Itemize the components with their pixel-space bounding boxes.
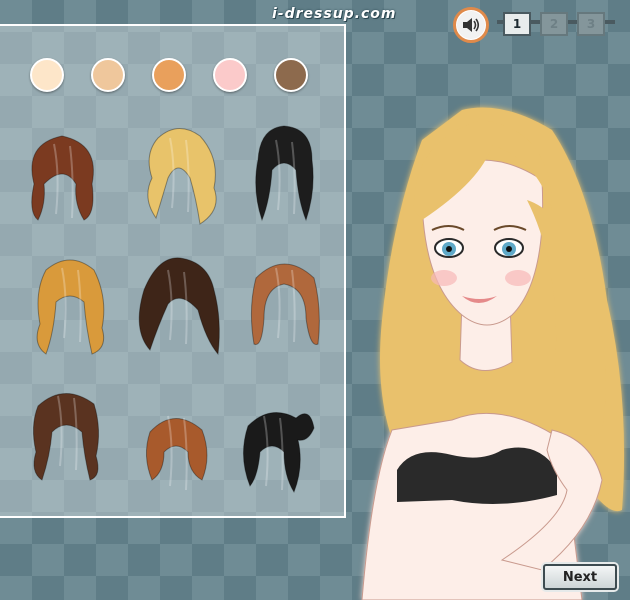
page-button-2[interactable]: 2 — [540, 12, 568, 36]
hairstyle-black-side-ponytail[interactable] — [224, 396, 320, 504]
hairstyle-copper-with-bangs[interactable] — [236, 248, 332, 356]
hairstyle-dark-wavy-curls[interactable] — [18, 376, 114, 484]
page-button-3[interactable]: 3 — [577, 12, 605, 36]
page-button-1[interactable]: 1 — [503, 12, 531, 36]
hairstyle-long-golden-wavy[interactable] — [22, 248, 118, 356]
hairstyle-short-auburn-bob-2[interactable] — [128, 396, 224, 504]
sound-toggle-button[interactable] — [453, 7, 489, 43]
next-button[interactable]: Next — [543, 564, 617, 590]
speaker-icon — [463, 18, 480, 32]
page-navigation: 1 2 3 — [497, 10, 617, 40]
page-nav-bar — [605, 20, 615, 24]
hairstyle-wavy-blonde[interactable] — [130, 118, 226, 226]
hairstyle-black-updo[interactable] — [236, 120, 332, 228]
swatch-pale-cream[interactable] — [30, 58, 64, 92]
hairstyle-long-dark-brown[interactable] — [128, 250, 224, 358]
swatch-orange[interactable] — [152, 58, 186, 92]
hairstyle-short-auburn-bob[interactable] — [14, 124, 110, 232]
dressup-game: i-dressup.com 1 2 3 Next — [0, 0, 630, 600]
model-blush-right — [505, 270, 531, 286]
model-blush-left — [431, 270, 457, 286]
swatch-brown[interactable] — [274, 58, 308, 92]
site-logo[interactable]: i-dressup.com — [272, 6, 447, 26]
hairstyle-panel — [0, 24, 346, 518]
swatch-light-tan[interactable] — [91, 58, 125, 92]
swatch-pink[interactable] — [213, 58, 247, 92]
model-figure — [352, 100, 630, 600]
model-illustration — [361, 107, 625, 600]
